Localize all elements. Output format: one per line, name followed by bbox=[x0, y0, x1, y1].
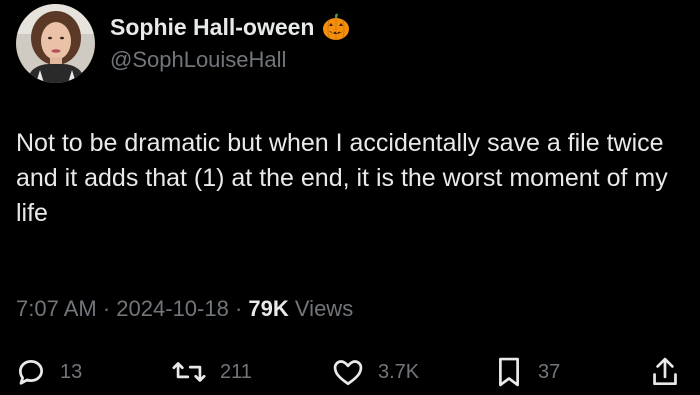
like-count: 3.7K bbox=[378, 360, 420, 383]
heart-icon bbox=[333, 360, 363, 386]
tweet-date[interactable]: 2024-10-18 bbox=[116, 296, 229, 321]
tweet-text: Not to be dramatic but when I accidental… bbox=[16, 129, 668, 227]
pumpkin-icon bbox=[321, 12, 351, 42]
reply-icon bbox=[19, 360, 43, 385]
avatar[interactable] bbox=[16, 4, 95, 83]
reply-count: 13 bbox=[60, 360, 83, 383]
meta-separator: · bbox=[102, 296, 117, 321]
tweet: Sophie Hall-oween @SophLouiseHall Not to… bbox=[0, 0, 700, 395]
repost-icon bbox=[172, 362, 206, 382]
avatar-image bbox=[16, 4, 95, 83]
views-label: Views bbox=[294, 296, 354, 321]
share-button[interactable] bbox=[650, 352, 680, 392]
action-bar: 13 211 3.7K 37 bbox=[0, 352, 700, 392]
bookmark-icon bbox=[499, 357, 519, 387]
bookmark-button[interactable]: 37 bbox=[494, 352, 560, 392]
reply-button[interactable]: 13 bbox=[16, 352, 82, 392]
share-icon bbox=[653, 357, 677, 386]
user-handle[interactable]: @SophLouiseHall bbox=[110, 47, 286, 73]
like-button[interactable]: 3.7K bbox=[332, 352, 419, 392]
views-count: 79K bbox=[248, 296, 289, 321]
meta-separator: · bbox=[234, 296, 249, 321]
display-name[interactable]: Sophie Hall-oween bbox=[110, 14, 314, 41]
tweet-meta: 7:07 AM · 2024-10-18 · 79K Views bbox=[16, 296, 353, 322]
tweet-time[interactable]: 7:07 AM bbox=[16, 296, 97, 321]
bookmark-count: 37 bbox=[538, 360, 561, 383]
repost-button[interactable]: 211 bbox=[172, 352, 252, 392]
author-name-row: Sophie Hall-oween bbox=[110, 10, 351, 44]
repost-count: 211 bbox=[220, 360, 252, 383]
